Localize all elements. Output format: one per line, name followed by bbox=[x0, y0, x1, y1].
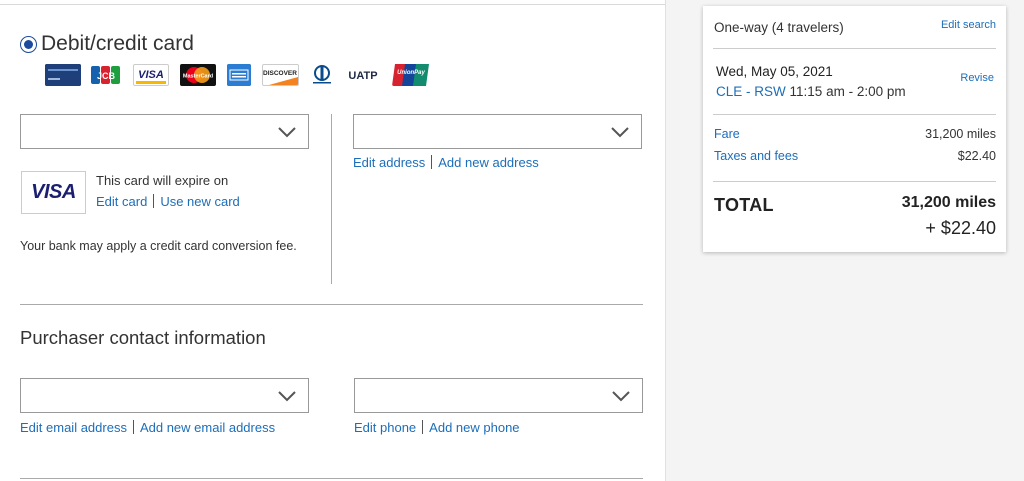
email-links: Edit email address Add new email address bbox=[20, 420, 275, 435]
visa-logo: VISA bbox=[133, 64, 169, 86]
discover-logo: DISCOVER bbox=[262, 64, 299, 86]
card-expire-text: This card will expire on bbox=[96, 173, 229, 188]
diners-club-logo bbox=[309, 64, 335, 86]
add-new-address-link[interactable]: Add new address bbox=[438, 155, 538, 170]
link-separator bbox=[431, 155, 433, 169]
flight-route-row: CLE - RSW 11:15 am - 2:00 pm bbox=[716, 84, 906, 99]
unionpay-logo: UnionPay bbox=[392, 64, 431, 86]
trip-summary-card: One-way (4 travelers) Edit search Wed, M… bbox=[703, 6, 1006, 252]
flight-times: 11:15 am - 2:00 pm bbox=[789, 84, 906, 99]
flight-date: Wed, May 05, 2021 bbox=[716, 64, 833, 79]
billing-address-select[interactable] bbox=[353, 114, 642, 149]
add-email-link[interactable]: Add new email address bbox=[140, 420, 275, 435]
chevron-down-icon bbox=[611, 127, 629, 138]
svg-text:JCB: JCB bbox=[97, 71, 116, 81]
payment-method-title[interactable]: Debit/credit card bbox=[41, 32, 194, 56]
edit-address-link[interactable]: Edit address bbox=[353, 155, 425, 170]
address-links: Edit address Add new address bbox=[353, 155, 539, 170]
summary-divider bbox=[713, 48, 996, 49]
column-divider bbox=[331, 114, 332, 284]
chevron-down-icon bbox=[278, 391, 296, 402]
chevron-down-icon bbox=[612, 391, 630, 402]
mastercard-logo: MasterCard bbox=[180, 64, 216, 86]
summary-divider bbox=[713, 114, 996, 115]
chevron-down-icon bbox=[278, 127, 296, 138]
email-select[interactable] bbox=[20, 378, 309, 413]
mileageplus-card-logo bbox=[45, 64, 81, 86]
card-select[interactable] bbox=[20, 114, 309, 149]
svg-text:DISCOVER: DISCOVER bbox=[263, 70, 297, 77]
visa-card-badge: VISA bbox=[21, 171, 86, 214]
total-cash: + $22.40 bbox=[925, 218, 996, 238]
total-miles: 31,200 miles bbox=[901, 194, 996, 211]
phone-links: Edit phone Add new phone bbox=[354, 420, 520, 435]
svg-text:MasterCard: MasterCard bbox=[183, 74, 213, 80]
edit-email-link[interactable]: Edit email address bbox=[20, 420, 127, 435]
add-phone-link[interactable]: Add new phone bbox=[429, 420, 519, 435]
fare-value: 31,200 miles bbox=[925, 127, 996, 141]
taxes-fees-value: $22.40 bbox=[957, 149, 996, 163]
svg-text:UATP: UATP bbox=[348, 70, 377, 82]
svg-text:VISA: VISA bbox=[138, 69, 164, 81]
debit-credit-radio[interactable] bbox=[20, 36, 37, 53]
use-new-card-link[interactable]: Use new card bbox=[160, 194, 239, 209]
route-link[interactable]: CLE - RSW bbox=[716, 84, 786, 99]
link-separator bbox=[153, 194, 155, 208]
total-label: TOTAL bbox=[714, 195, 774, 215]
svg-text:UnionPay: UnionPay bbox=[397, 70, 425, 76]
link-separator bbox=[422, 420, 424, 434]
edit-search-link[interactable]: Edit search bbox=[941, 19, 996, 31]
purchaser-contact-title: Purchaser contact information bbox=[20, 327, 266, 348]
section-divider bbox=[20, 304, 643, 305]
phone-select[interactable] bbox=[354, 378, 643, 413]
edit-phone-link[interactable]: Edit phone bbox=[354, 420, 416, 435]
summary-divider bbox=[713, 181, 996, 182]
card-links: Edit card Use new card bbox=[96, 194, 240, 209]
bank-conversion-note: Your bank may apply a credit card conver… bbox=[20, 239, 297, 253]
revise-link[interactable]: Revise bbox=[960, 72, 994, 84]
taxes-fees-label[interactable]: Taxes and fees bbox=[714, 149, 798, 163]
link-separator bbox=[132, 420, 134, 434]
edit-card-link[interactable]: Edit card bbox=[96, 194, 147, 209]
section-divider bbox=[20, 478, 643, 479]
uatp-logo: UATP bbox=[345, 64, 381, 86]
trip-type: One-way (4 travelers) bbox=[714, 20, 844, 35]
jcb-logo: JCB bbox=[90, 64, 122, 86]
amex-logo bbox=[227, 64, 251, 86]
fare-label[interactable]: Fare bbox=[714, 127, 740, 141]
